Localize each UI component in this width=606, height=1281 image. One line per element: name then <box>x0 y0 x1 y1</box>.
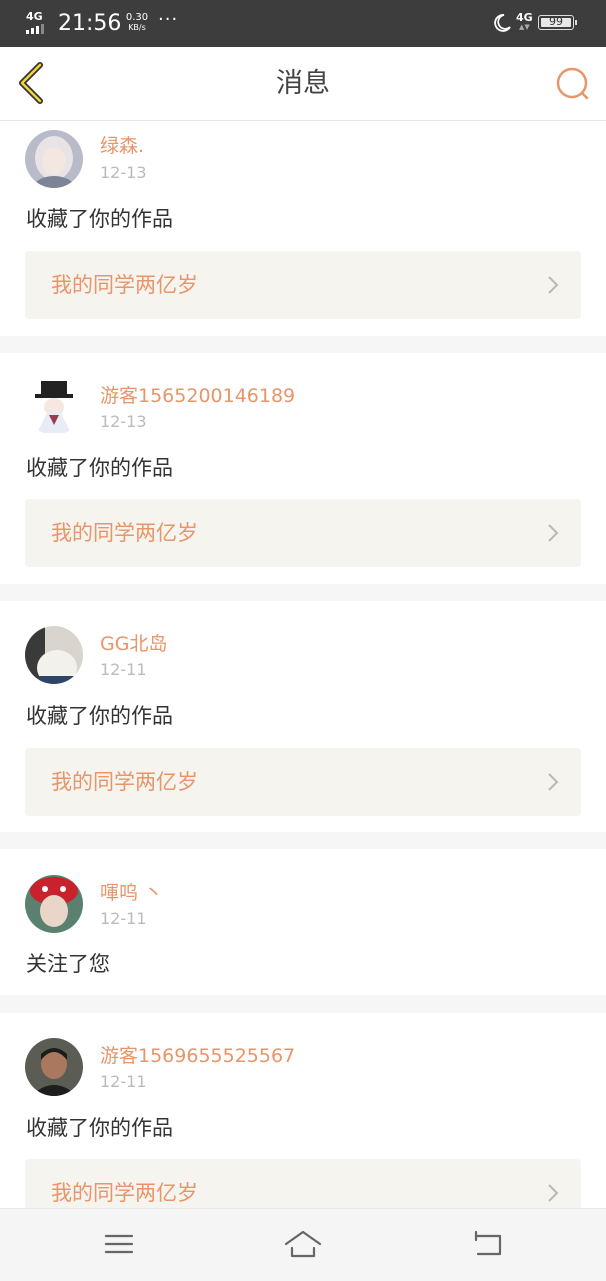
work-card[interactable]: 我的同学两亿岁 <box>25 251 581 319</box>
moon-icon <box>494 14 511 32</box>
notification-date: 12-11 <box>100 1072 147 1091</box>
work-title: 我的同学两亿岁 <box>51 273 198 297</box>
home-icon[interactable] <box>283 1226 323 1262</box>
avatar[interactable] <box>25 1038 83 1096</box>
work-title: 我的同学两亿岁 <box>51 521 198 545</box>
user-name[interactable]: 游客1565200146189 <box>100 383 295 409</box>
chevron-right-icon <box>548 524 559 542</box>
notification-item: 游客1569655525567 12-11 收藏了你的作品 我的同学两亿岁 <box>0 1013 606 1208</box>
avatar[interactable] <box>25 377 83 435</box>
page-title: 消息 <box>276 68 330 99</box>
notification-action: 收藏了你的作品 <box>26 1116 173 1140</box>
chevron-right-icon <box>548 773 559 791</box>
speed-value: 0.30 <box>125 12 149 23</box>
back-icon[interactable] <box>468 1226 508 1262</box>
work-card[interactable]: 我的同学两亿岁 <box>25 1159 581 1208</box>
status-bar: 4G 21:56 0.30 KB/s ··· 4G ▲▼ 99 <box>0 0 606 47</box>
network-type-right: 4G ▲▼ <box>516 11 533 31</box>
network-speed: 0.30 KB/s <box>121 12 153 33</box>
user-name[interactable]: 游客1569655525567 <box>100 1043 295 1069</box>
notification-action: 收藏了你的作品 <box>26 704 173 728</box>
notification-action: 关注了您 <box>26 952 110 976</box>
more-notifications-icon: ··· <box>158 9 179 30</box>
notification-date: 12-11 <box>100 909 147 928</box>
notification-item: 游客1565200146189 12-13 收藏了你的作品 我的同学两亿岁 <box>0 353 606 584</box>
battery-level: 99 <box>549 15 563 28</box>
menu-icon[interactable] <box>99 1226 139 1262</box>
header: 消息 <box>0 47 606 121</box>
work-title: 我的同学两亿岁 <box>51 770 198 794</box>
signal-icon: 4G <box>26 10 50 34</box>
battery-icon: 99 <box>538 15 577 30</box>
notification-date: 12-11 <box>100 660 147 679</box>
notification-list[interactable]: 绿森. 12-13 收藏了你的作品 我的同学两亿岁 游客156520014618… <box>0 121 606 1208</box>
work-card[interactable]: 我的同学两亿岁 <box>25 748 581 816</box>
chevron-right-icon <box>548 276 559 294</box>
system-nav-bar <box>0 1208 606 1281</box>
user-name[interactable]: 喗呜 丶 <box>100 880 163 906</box>
work-card[interactable]: 我的同学两亿岁 <box>25 499 581 567</box>
clock: 21:56 <box>58 11 122 36</box>
search-icon[interactable] <box>552 63 592 103</box>
notification-action: 收藏了你的作品 <box>26 456 173 480</box>
user-name[interactable]: 绿森. <box>100 133 144 159</box>
notification-item: GG北岛 12-11 收藏了你的作品 我的同学两亿岁 <box>0 601 606 832</box>
network-type: 4G <box>26 10 43 23</box>
work-title: 我的同学两亿岁 <box>51 1181 198 1205</box>
notification-date: 12-13 <box>100 412 147 431</box>
notification-item: 绿森. 12-13 收藏了你的作品 我的同学两亿岁 <box>0 121 606 336</box>
notification-action: 收藏了你的作品 <box>26 207 173 231</box>
speed-unit: KB/s <box>128 23 146 32</box>
chevron-right-icon <box>548 1184 559 1202</box>
notification-date: 12-13 <box>100 163 147 182</box>
avatar[interactable] <box>25 875 83 933</box>
notification-item: 喗呜 丶 12-11 关注了您 <box>0 849 606 995</box>
avatar[interactable] <box>25 626 83 684</box>
avatar[interactable] <box>25 130 83 188</box>
user-name[interactable]: GG北岛 <box>100 631 167 657</box>
